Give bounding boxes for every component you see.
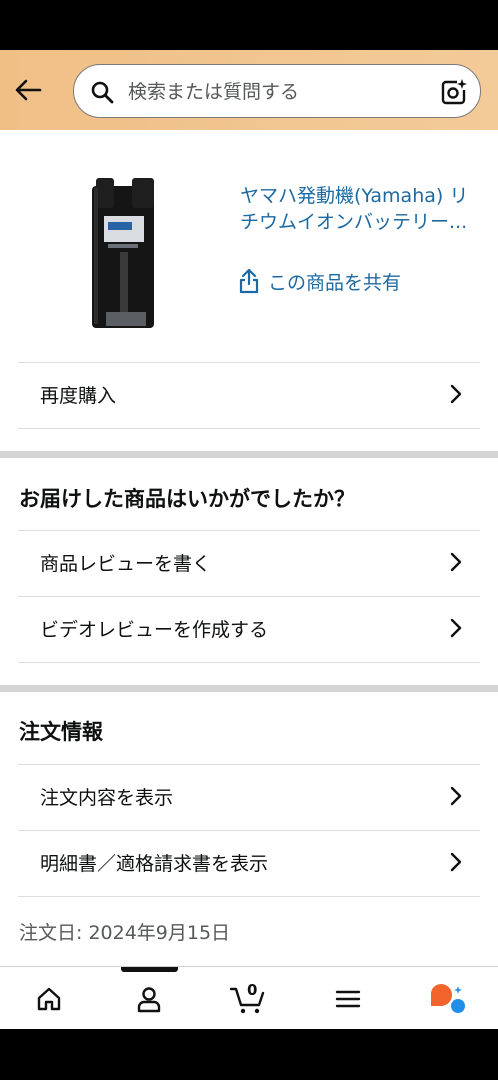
chevron-right-icon (450, 786, 462, 806)
divider (18, 662, 480, 663)
video-review-row[interactable]: ビデオレビューを作成する (18, 596, 480, 660)
back-arrow-icon (15, 79, 42, 101)
nav-menu[interactable] (328, 981, 368, 1017)
video-review-label: ビデオレビューを作成する (40, 618, 269, 641)
view-order-label: 注文内容を表示 (40, 786, 174, 809)
cart-count: 0 (247, 981, 258, 999)
menu-icon (335, 990, 361, 1008)
share-icon (239, 268, 259, 294)
rebuy-row[interactable]: 再度購入 (18, 362, 480, 426)
invoice-row[interactable]: 明細書／適格請求書を表示 (18, 830, 480, 894)
divider (18, 428, 480, 429)
account-icon (137, 987, 161, 1013)
system-navigation-bar (0, 1029, 498, 1080)
rebuy-label: 再度購入 (40, 384, 117, 407)
write-review-row[interactable]: 商品レビューを書く (18, 530, 480, 594)
section-separator (0, 451, 498, 458)
rufus-ai-icon (430, 983, 465, 1013)
chevron-right-icon (450, 618, 462, 638)
search-icon (91, 81, 114, 104)
product-image[interactable] (86, 172, 162, 332)
view-order-row[interactable]: 注文内容を表示 (18, 764, 480, 828)
chevron-right-icon (450, 852, 462, 872)
share-label: この商品を共有 (268, 271, 402, 294)
order-info-heading: 注文情報 (19, 720, 103, 744)
invoice-label: 明細書／適格請求書を表示 (40, 852, 269, 875)
nav-rufus[interactable] (427, 981, 467, 1017)
back-button[interactable] (10, 72, 46, 108)
header: 検索または質問する (0, 50, 498, 130)
search-input[interactable]: 検索または質問する (73, 64, 481, 118)
feedback-heading: お届けした商品はいかがでしたか？ (19, 487, 355, 511)
section-separator (0, 685, 498, 692)
active-tab-indicator (121, 967, 178, 972)
camera-sparkle-icon[interactable] (440, 78, 468, 106)
write-review-label: 商品レビューを書く (40, 552, 212, 575)
product-title[interactable]: ヤマハ発動機(Yamaha) リチウムイオンバッテリー... (240, 183, 470, 235)
divider (18, 896, 480, 897)
chevron-right-icon (450, 552, 462, 572)
home-icon (37, 987, 61, 1011)
nav-home[interactable] (29, 981, 69, 1017)
order-date: 注文日: 2024年9月15日 (19, 922, 231, 944)
search-placeholder: 検索または質問する (128, 81, 300, 103)
status-bar (0, 0, 498, 50)
chevron-right-icon (450, 384, 462, 404)
share-product-link[interactable]: この商品を共有 (238, 266, 401, 296)
nav-account[interactable] (129, 981, 169, 1017)
